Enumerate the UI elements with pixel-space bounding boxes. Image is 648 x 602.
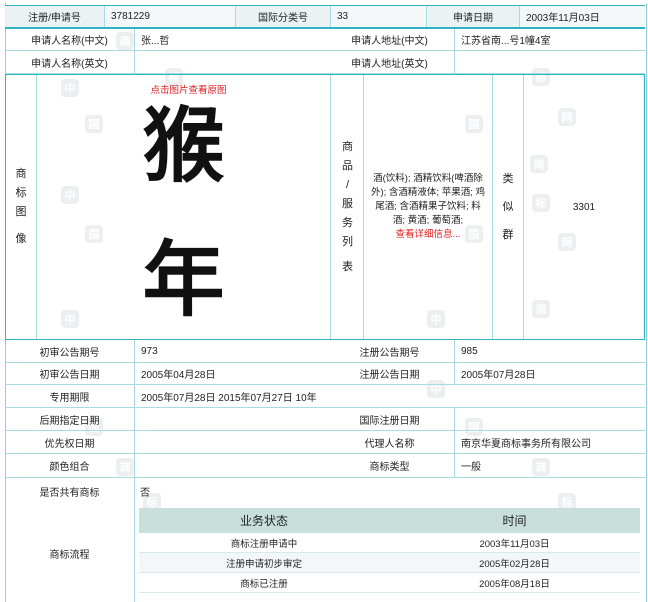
prelim-no-label: 初审公告期号 — [39, 347, 100, 359]
table-row: 商标注册申请中 2003年11月03日 — [139, 533, 640, 553]
header-row: 注册/申请号 3781229 国际分类号 33 申请日期 2003年11月03日 — [5, 5, 645, 29]
mark-char-1: 猴 — [142, 98, 225, 194]
mark-image-label: 商标图像 — [15, 168, 27, 245]
address-cn: 江苏省南...号1幢4室 — [461, 36, 551, 47]
goods-label: 商品 / 服务列表 — [342, 140, 353, 273]
agent-row: 优先权日期 代理人名称 南京华夏商标事务所有限公司 — [5, 431, 645, 454]
reg-notice-date-label: 注册公告日期 — [359, 370, 420, 381]
similar-group: 3301 — [572, 201, 596, 213]
term-label: 专用期限 — [49, 392, 90, 404]
term-value: 2005年07月28日 2015年07月27日 10年 — [141, 392, 317, 404]
flow-header-status: 业务状态 — [239, 514, 288, 528]
flow-time: 2005年02月28日 — [479, 558, 550, 570]
reg-notice-no-label: 注册公告期号 — [359, 347, 420, 359]
reg-number-label: 注册/申请号 — [5, 6, 104, 27]
apply-date: 2003年11月03日 — [526, 13, 600, 24]
address-en-label: 申请人地址(英文) — [351, 58, 428, 70]
later-date-row: 后期指定日期 国际注册日期 — [5, 408, 645, 431]
apply-date-label: 申请日期 — [427, 6, 519, 27]
flow-table: 业务状态 时间 商标注册申请中 2003年11月03日 注册申请初步审定 200… — [139, 508, 640, 593]
applicant-cn-row: 申请人名称(中文) 张...哲 申请人地址(中文) 江苏省南...号1幢4室 — [5, 29, 645, 51]
mark-char-2: 年 — [142, 232, 225, 328]
mark-section: 商标图像 点击图片查看原图 商品 / 服务列表 酒(饮料); 酒精饮料(啤酒除外);… — [5, 74, 645, 340]
term-row: 专用期限 2005年07月28日 2015年07月27日 10年 — [5, 385, 645, 408]
intl-reg-date-label: 国际注册日期 — [359, 415, 420, 427]
prelim-date-label: 初审公告日期 — [39, 370, 100, 381]
applicant-en-row: 申请人名称(英文) 申请人地址(英文) — [5, 51, 645, 74]
shared-value: 否 — [140, 488, 150, 499]
flow-status: 商标注册申请中 — [230, 538, 298, 550]
flow-time: 2003年11月03日 — [479, 538, 550, 550]
flow-label: 商标流程 — [49, 550, 90, 561]
reg-notice-no: 985 — [461, 345, 478, 357]
color-label: 颜色组合 — [49, 462, 90, 473]
agent-name: 南京华夏商标事务所有限公司 — [461, 438, 591, 450]
notice-no-row: 初审公告期号 973 注册公告期号 985 — [5, 340, 645, 363]
reg-notice-date: 2005年07月28日 — [461, 370, 536, 381]
applicant-cn: 张...哲 — [141, 36, 170, 47]
flow-header: 业务状态 时间 — [139, 508, 640, 533]
applicant-cn-label: 申请人名称(中文) — [31, 36, 108, 47]
flow-status: 注册申请初步审定 — [225, 558, 302, 570]
prelim-date: 2005年04月28日 — [141, 370, 216, 381]
address-cn-label: 申请人地址(中文) — [351, 36, 428, 47]
mark-type: 一般 — [461, 462, 481, 473]
notice-date-row: 初审公告日期 2005年04月28日 注册公告日期 2005年07月28日 — [5, 363, 645, 385]
agent-label: 代理人名称 — [364, 438, 415, 450]
flow-status: 商标已注册 — [240, 578, 288, 590]
goods-text: 酒(饮料); 酒精饮料(啤酒除外); 含酒精液体; 苹果酒; 鸡尾酒; 含酒精果… — [370, 173, 485, 226]
shared-label: 是否共有商标 — [39, 488, 100, 499]
intl-class-label: 国际分类号 — [236, 6, 330, 27]
applicant-en-label: 申请人名称(英文) — [31, 58, 108, 70]
prelim-no: 973 — [141, 345, 158, 357]
priority-date-label: 优先权日期 — [44, 438, 95, 450]
goods-list: 酒(饮料); 酒精饮料(啤酒除外); 含酒精液体; 苹果酒; 鸡尾酒; 含酒精果… — [364, 75, 492, 339]
mark-type-label: 商标类型 — [369, 462, 410, 473]
mark-type-row: 颜色组合 商标类型 一般 — [5, 454, 645, 478]
table-row: 注册申请初步审定 2005年02月28日 — [139, 553, 640, 573]
trademark-image[interactable]: 猴 年 — [110, 94, 257, 334]
table-row: 商标已注册 2005年08月18日 — [139, 573, 640, 593]
goods-more-link[interactable]: 查看详细信息... — [396, 228, 461, 242]
flow-header-time: 时间 — [502, 514, 527, 528]
later-date-label: 后期指定日期 — [39, 415, 100, 427]
similar-label: 类似群 — [502, 173, 514, 241]
intl-class: 33 — [337, 11, 349, 22]
flow-time: 2005年08月18日 — [479, 578, 550, 590]
reg-number: 3781229 — [111, 11, 150, 22]
